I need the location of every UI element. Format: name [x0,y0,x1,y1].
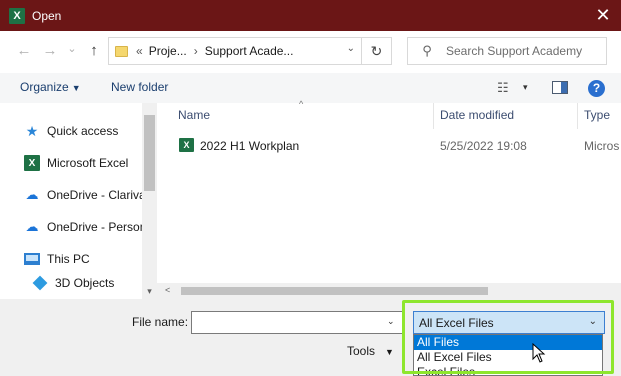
close-button[interactable]: ✕ [593,5,613,25]
up-button[interactable]: ↑ [84,41,104,61]
sidebar-item-label: OneDrive - Clariva [47,188,142,202]
address-overflow[interactable]: « [136,44,143,58]
excel-app-icon: X [9,7,25,24]
column-label: Type [584,108,611,122]
search-icon: ⚲ [422,43,432,58]
new-folder-button[interactable]: New folder [111,80,168,94]
address-row: ← → ⌄ ↑ « Proje... › Support Acade... ⌄ … [0,31,621,73]
address-bar[interactable]: « Proje... › Support Acade... ⌄ ↻ [108,37,392,65]
file-name-field[interactable] [191,311,403,334]
sort-ascending-icon: ^ [299,99,304,109]
scroll-down-icon[interactable]: ▾ [142,286,157,297]
help-icon[interactable]: ? [588,80,605,97]
star-icon: ★ [25,122,39,139]
sidebar-item-quick-access[interactable]: ★ Quick access [24,121,119,141]
horizontal-scrollbar[interactable]: < [157,283,621,299]
annotation-highlight-box [402,300,614,374]
main-area: ★ Quick access X Microsoft Excel ☁ OneDr… [0,99,621,299]
sidebar-item-3d-objects[interactable]: 3D Objects [32,273,114,293]
title-bar: X Open ✕ [0,0,621,31]
tools-label: Tools [347,344,376,358]
forward-button[interactable]: → [40,41,60,61]
window-title: Open [32,8,62,23]
file-row[interactable]: X 2022 H1 Workplan 5/25/2022 19:08 Micro… [157,135,621,157]
search-box[interactable]: ⚲ Search Support Academy [407,37,607,65]
sidebar-item-label: Microsoft Excel [47,156,129,170]
preview-pane-icon[interactable] [552,81,568,94]
breadcrumb-support-academy[interactable]: Support Acade... [205,44,294,58]
tools-button[interactable]: Tools ▼ [347,344,394,358]
breadcrumb-projects[interactable]: Proje... [149,44,187,58]
organize-label: Organize [20,80,69,94]
sidebar-item-microsoft-excel[interactable]: X Microsoft Excel [24,153,128,173]
onedrive-cloud-icon: ☁ [25,219,39,234]
sidebar-item-onedrive-clariva[interactable]: ☁ OneDrive - Clariva [24,185,143,205]
folder-icon [115,45,128,57]
sidebar-item-this-pc[interactable]: This PC [24,249,90,269]
sidebar-item-label: OneDrive - Person [47,220,142,234]
sidebar-item-label: Quick access [47,124,119,138]
file-date-modified: 5/25/2022 19:08 [440,139,527,153]
column-header-name[interactable]: Name [178,108,210,130]
mouse-pointer-icon [532,343,546,363]
back-button[interactable]: ← [14,41,34,61]
view-dropdown-icon[interactable]: ▾ [523,82,528,93]
file-list: Name ^ Date modified Type X 2022 H1 Work… [157,99,621,283]
recent-locations-button[interactable]: ⌄ [62,39,82,59]
excel-icon: X [24,155,40,171]
cube-icon [32,275,48,291]
column-label: Date modified [440,108,515,122]
horizontal-scroll-thumb[interactable] [181,287,488,295]
view-options-icon[interactable]: ☷ [497,80,509,96]
file-type: Micros [584,139,620,153]
computer-icon [24,251,40,267]
sidebar-item-label: 3D Objects [55,276,115,290]
search-input[interactable]: Search Support Academy [446,44,582,58]
chevron-down-icon: ▼ [71,83,81,93]
organize-button[interactable]: Organize ▼ [20,80,81,94]
chevron-down-icon: ▼ [385,347,394,357]
excel-file-icon: X [179,138,194,152]
file-name-dropdown-icon[interactable]: ⌄ [387,316,395,327]
column-divider[interactable] [433,103,434,129]
file-name-label: File name: [132,315,189,329]
column-label: Name [178,108,211,122]
column-header-type[interactable]: Type [584,108,610,130]
breadcrumb-separator: › [193,44,198,58]
scroll-left-icon[interactable]: < [165,285,170,295]
sidebar-scroll-thumb[interactable] [144,115,155,191]
command-toolbar: Organize ▼ New folder ☷ ▾ ? [0,73,621,103]
column-header-date-modified[interactable]: Date modified [440,108,514,130]
address-dropdown-icon[interactable]: ⌄ [347,43,355,54]
navigation-pane: ★ Quick access X Microsoft Excel ☁ OneDr… [0,103,142,299]
file-name: 2022 H1 Workplan [200,139,300,153]
column-divider[interactable] [577,103,578,129]
sidebar-item-label: This PC [47,252,90,266]
sidebar-scrollbar[interactable]: ▾ [142,103,157,299]
sidebar-item-onedrive-personal[interactable]: ☁ OneDrive - Person [24,217,143,237]
refresh-button[interactable]: ↻ [361,38,391,64]
onedrive-cloud-icon: ☁ [25,187,39,202]
